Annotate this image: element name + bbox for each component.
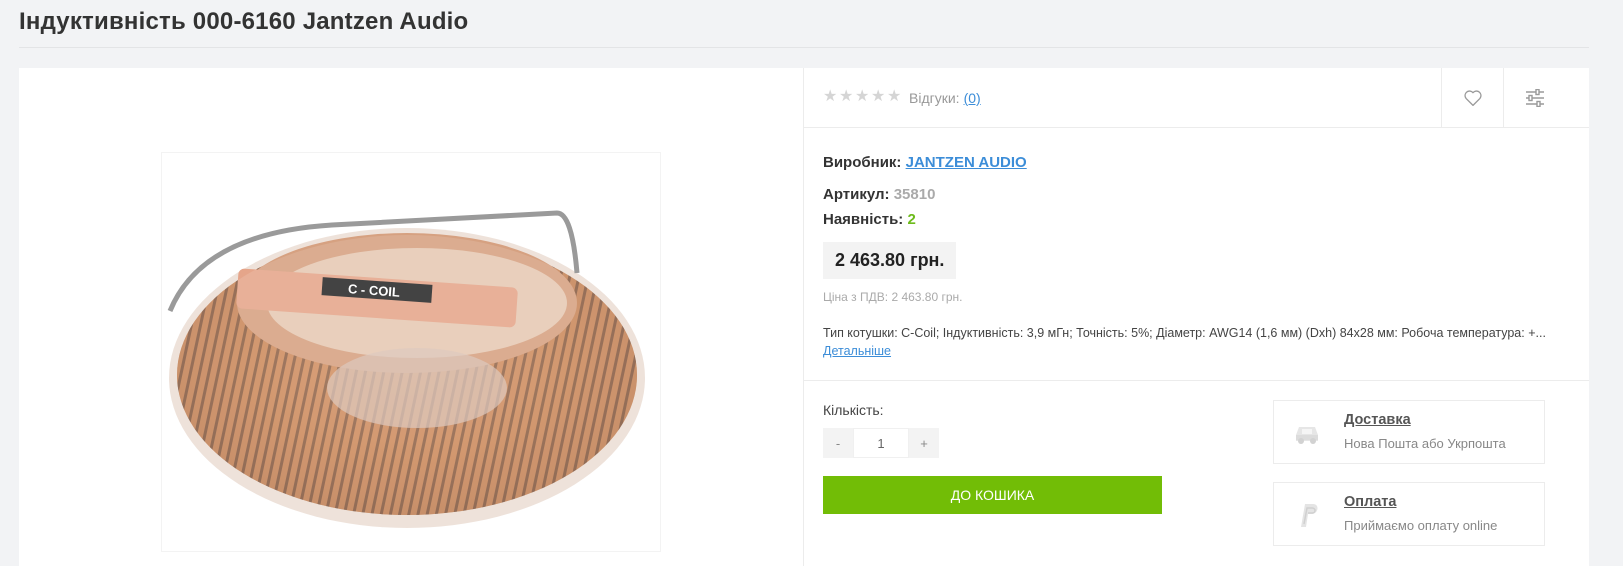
star-icon: ★ (887, 88, 902, 105)
rating-stars[interactable]: ★ ★ ★ ★ ★ (823, 89, 902, 105)
compare-sliders-icon (1525, 89, 1544, 107)
page-title: Індуктивність 000-6160 Jantzen Audio (19, 8, 469, 35)
sku-row: Артикул: 35810 (823, 182, 1027, 207)
reviews-count-link[interactable]: (0) (964, 90, 981, 106)
manufacturer-link[interactable]: JANTZEN AUDIO (906, 154, 1027, 171)
star-icon: ★ (871, 88, 886, 105)
quantity-input[interactable] (853, 428, 909, 458)
rating-row: ★ ★ ★ ★ ★ Відгуки: (0) (804, 68, 1589, 128)
delivery-link[interactable]: Доставка (1344, 412, 1411, 428)
decrease-quantity-button[interactable]: - (823, 428, 853, 458)
stock-value: 2 (907, 211, 916, 228)
heart-icon (1463, 90, 1482, 107)
stock-row: Наявність: 2 (823, 207, 1027, 232)
more-details-link[interactable]: Детальніше (823, 344, 891, 358)
price: 2 463.80 грн. (823, 242, 957, 279)
quantity-label: Кількість: (823, 402, 884, 418)
sku-label: Артикул: (823, 186, 890, 203)
short-description: Тип котушки: C-Coil; Індуктивність: 3,9 … (823, 326, 1546, 340)
wishlist-button[interactable] (1441, 68, 1503, 128)
star-icon: ★ (839, 88, 854, 105)
delivery-subtitle: Нова Пошта або Укрпошта (1344, 436, 1506, 451)
product-image[interactable]: C - COIL (161, 152, 661, 552)
increase-quantity-button[interactable]: + (909, 428, 939, 458)
stock-label: Наявність: (823, 211, 904, 228)
payment-link[interactable]: Оплата (1344, 494, 1396, 510)
manufacturer-row: Виробник: JANTZEN AUDIO (823, 150, 1027, 175)
paypal-icon (1301, 504, 1318, 527)
truck-icon (1296, 427, 1318, 444)
product-card: C - COIL ★ ★ ★ ★ ★ Відгуки: (0) Виробник… (19, 68, 1589, 566)
product-gallery: C - COIL (19, 68, 804, 566)
star-icon: ★ (855, 88, 870, 105)
manufacturer-label: Виробник: (823, 154, 902, 171)
payment-subtitle: Приймаємо оплату online (1344, 518, 1498, 533)
vat-price: Ціна з ПДВ: 2 463.80 грн. (823, 290, 963, 304)
section-divider (804, 380, 1589, 381)
compare-button[interactable] (1503, 68, 1565, 128)
payment-card: Оплата Приймаємо оплату online (1273, 482, 1545, 546)
title-divider (19, 47, 1589, 48)
sku-value: 35810 (893, 186, 936, 203)
delivery-card: Доставка Нова Пошта або Укрпошта (1273, 400, 1545, 464)
reviews-label: Відгуки: (909, 90, 960, 106)
product-info: ★ ★ ★ ★ ★ Відгуки: (0) Виробник: JANTZEN… (804, 68, 1589, 566)
product-specs: Виробник: JANTZEN AUDIO Артикул: 35810 Н… (823, 150, 1027, 232)
star-icon: ★ (823, 88, 838, 105)
reviews: Відгуки: (0) (909, 90, 981, 106)
inductor-coil-image: C - COIL (167, 210, 645, 528)
quantity-stepper: - + (823, 428, 939, 458)
add-to-cart-button[interactable]: ДО КОШИКА (823, 476, 1162, 514)
